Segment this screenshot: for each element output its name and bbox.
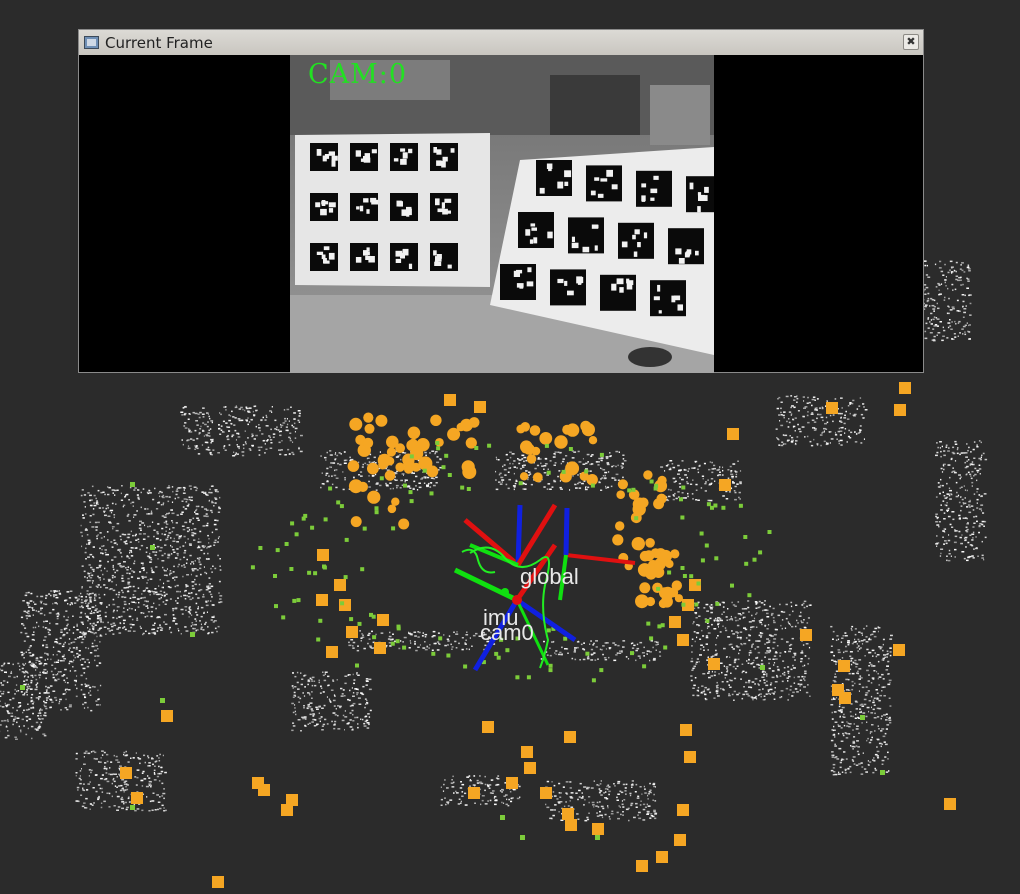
window-title: Current Frame: [105, 33, 213, 52]
frame-label-global: global: [520, 564, 579, 589]
frame-label-cam0: cam0: [480, 620, 534, 645]
window-titlebar[interactable]: Current Frame ✖: [79, 30, 923, 56]
current-frame-window[interactable]: Current Frame ✖ CAM:0: [78, 29, 924, 373]
image-window-icon: [84, 36, 99, 49]
camera-image-area: CAM:0: [79, 55, 923, 373]
camera-id-label: CAM:0: [308, 59, 408, 90]
close-button[interactable]: ✖: [903, 34, 919, 50]
camera-image: [290, 55, 714, 373]
